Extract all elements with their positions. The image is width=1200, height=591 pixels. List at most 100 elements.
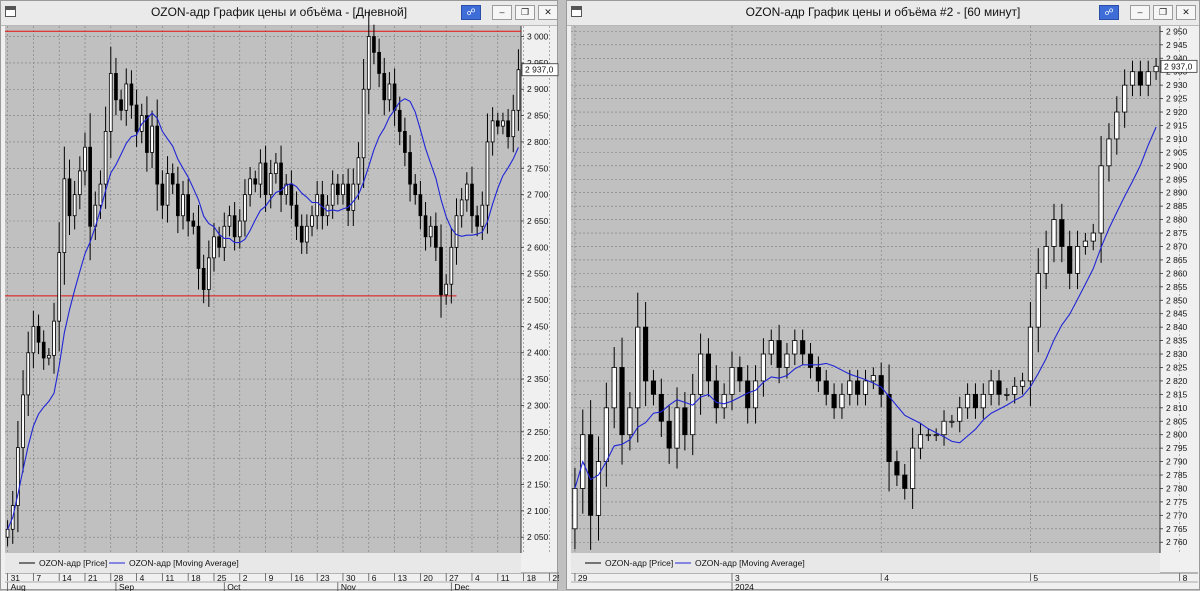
candle-body	[1106, 138, 1112, 167]
candle-body	[459, 199, 464, 217]
candle-body	[902, 474, 908, 489]
candle-body	[698, 353, 704, 395]
candle-body	[713, 380, 719, 409]
candle-body	[1035, 272, 1041, 328]
candle-body	[480, 204, 485, 227]
candle-body	[274, 162, 278, 174]
plot-area	[571, 26, 1160, 553]
plot-area	[5, 26, 521, 553]
candle-body	[729, 367, 735, 395]
y-tick-label: 2 550	[527, 269, 549, 279]
candle-body	[475, 215, 479, 227]
candle-body	[36, 325, 41, 343]
y-tick-label: 2 805	[1166, 416, 1188, 426]
candle-body	[807, 353, 814, 368]
daily-chart[interactable]: 3 0002 9502 9002 8502 8002 7502 7002 650…	[1, 1, 559, 591]
y-tick-label: 2 790	[1166, 457, 1188, 467]
candle-body	[957, 407, 963, 422]
candle-body	[428, 225, 433, 238]
candle-body	[52, 320, 56, 356]
y-tick-label: 2 870	[1166, 241, 1188, 251]
legend-ma-label: OZON-адр [Moving Average]	[695, 558, 805, 568]
candle-body	[917, 434, 924, 449]
candle-body	[263, 162, 268, 196]
candle-body	[847, 380, 853, 395]
candle-body	[78, 170, 82, 196]
candle-body	[1098, 165, 1104, 234]
y-tick-label: 2 880	[1166, 215, 1188, 225]
candle-body	[57, 252, 61, 322]
last-price-label: 2 937,0	[525, 65, 554, 75]
y-tick-label: 2 950	[1166, 26, 1188, 36]
y-tick-label: 2 200	[527, 453, 549, 463]
candle-body	[495, 120, 500, 127]
candle-body	[377, 51, 381, 74]
candle-body	[418, 194, 423, 217]
candle-body	[501, 120, 505, 127]
candle-body	[1004, 393, 1010, 396]
candle-body	[341, 183, 345, 196]
y-tick-label: 2 860	[1166, 268, 1188, 278]
candle-body	[403, 130, 407, 153]
candle-body	[67, 178, 72, 217]
y-tick-label: 2 905	[1166, 147, 1188, 157]
candle-body	[299, 225, 304, 243]
candle-body	[1012, 385, 1018, 395]
candle-body	[1059, 219, 1065, 247]
candle-body	[305, 225, 309, 243]
y-tick-label: 2 835	[1166, 336, 1188, 346]
candle-body	[315, 194, 319, 217]
candle-body	[650, 380, 657, 395]
hourly-chart[interactable]: 2 9502 9452 9402 9352 9302 9252 9202 915…	[567, 1, 1200, 591]
candle-body	[465, 183, 469, 201]
candle-body	[941, 420, 947, 436]
candle-body	[5, 528, 10, 538]
candle-body	[449, 246, 454, 285]
candle-body	[831, 393, 837, 409]
y-tick-label: 2 830	[1166, 349, 1188, 359]
candle-body	[870, 375, 876, 382]
y-tick-label: 3 000	[527, 32, 549, 42]
legend-price-label: OZON-адр [Price]	[605, 558, 673, 568]
candle-body	[1153, 65, 1159, 73]
candle-body	[439, 246, 443, 296]
candle-body	[595, 461, 602, 516]
candle-body	[134, 104, 139, 132]
candle-body	[372, 36, 376, 53]
candle-body	[170, 173, 175, 185]
candle-body	[176, 183, 180, 217]
candle-body	[1090, 232, 1096, 242]
candle-body	[768, 340, 774, 355]
y-tick-label: 2 800	[527, 137, 549, 147]
candle-body	[83, 146, 87, 172]
candle-body	[31, 325, 36, 354]
candle-body	[752, 380, 759, 409]
y-tick-label: 2 785	[1166, 470, 1188, 480]
candle-body	[490, 120, 495, 143]
y-tick-label: 2 900	[1166, 161, 1188, 171]
candle-body	[21, 394, 25, 448]
candle-body	[72, 194, 77, 217]
y-tick-label: 2 915	[1166, 120, 1188, 130]
y-tick-label: 2 150	[527, 479, 549, 489]
candle-body	[965, 393, 971, 409]
candle-body	[925, 434, 931, 437]
candle-body	[776, 340, 782, 368]
candle-body	[737, 367, 743, 382]
y-tick-label: 2 900	[527, 84, 549, 94]
y-tick-label: 2 945	[1166, 40, 1188, 50]
y-tick-label: 2 845	[1166, 309, 1188, 319]
candle-body	[658, 393, 664, 422]
y-tick-label: 2 825	[1166, 362, 1188, 372]
candle-body	[114, 73, 118, 101]
candle-body	[217, 236, 221, 248]
candle-body	[62, 178, 67, 254]
candle-body	[243, 194, 247, 222]
candle-body	[988, 380, 994, 395]
candle-body	[705, 353, 711, 382]
y-tick-label: 2 750	[527, 163, 549, 173]
candle-body	[310, 215, 314, 227]
candle-body	[910, 447, 916, 489]
y-tick-label: 2 050	[527, 532, 549, 542]
legend-ma-label: OZON-адр [Moving Average]	[129, 558, 239, 568]
